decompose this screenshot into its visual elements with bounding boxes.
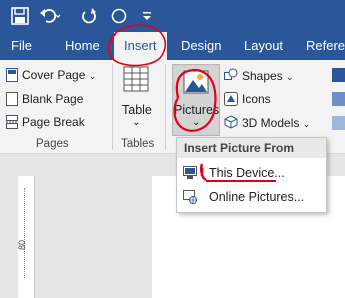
icons-button[interactable]: Icons	[242, 92, 271, 106]
blank-page-icon	[6, 92, 18, 111]
pages-group-label: Pages	[36, 138, 69, 150]
cover-page-label: Cover Page	[22, 68, 86, 82]
customize-qat-icon[interactable]	[138, 4, 156, 28]
table-icon	[123, 66, 149, 97]
this-device-label: This Device...	[209, 166, 285, 180]
pictures-icon	[183, 70, 209, 99]
pictures-label: Pictures	[174, 103, 220, 117]
tab-layout[interactable]: Layout	[244, 32, 283, 60]
chevron-down-icon: ⌄	[286, 72, 294, 82]
shapes-button[interactable]: Shapes ⌄	[242, 69, 294, 83]
online-pictures-item[interactable]: Online Pictures...	[177, 185, 325, 209]
vertical-ruler: 80	[17, 176, 35, 298]
ribbon-tabs	[0, 32, 345, 60]
3d-models-label: 3D Models	[242, 116, 300, 130]
shapes-label: Shapes	[242, 69, 283, 83]
this-device-item[interactable]: This Device...	[177, 161, 325, 185]
online-pictures-label: Online Pictures...	[209, 190, 305, 204]
chart-icon[interactable]	[332, 92, 345, 106]
group-divider	[165, 64, 166, 150]
tables-group-label: Tables	[121, 138, 155, 150]
page-break-button[interactable]: Page Break	[22, 115, 85, 129]
device-icon	[183, 166, 205, 180]
3d-models-icon	[224, 115, 238, 134]
chevron-down-icon: ⌄	[302, 119, 311, 129]
redo-icon[interactable]	[78, 4, 100, 28]
tab-design[interactable]: Design	[181, 32, 221, 60]
online-pictures-icon	[183, 190, 205, 204]
dropdown-header: Insert Picture From	[177, 138, 326, 158]
cover-page-icon	[6, 68, 18, 87]
ruler-ticks	[24, 188, 28, 278]
table-button[interactable]: Table	[122, 103, 152, 117]
cover-page-button[interactable]: Cover Page ⌄	[22, 68, 96, 82]
3d-models-button[interactable]: 3D Models ⌄	[242, 116, 310, 130]
page-break-icon	[6, 115, 18, 134]
smartart-icon[interactable]	[332, 68, 345, 82]
group-divider	[112, 64, 113, 150]
tab-home[interactable]: Home	[65, 32, 100, 60]
tab-insert[interactable]: Insert	[114, 32, 167, 60]
circle-icon[interactable]	[108, 4, 130, 28]
chevron-down-icon: ⌄	[88, 71, 97, 81]
save-icon[interactable]	[8, 4, 32, 28]
screenshot-icon[interactable]	[332, 116, 345, 130]
tab-file[interactable]: File	[11, 32, 32, 60]
tab-references[interactable]: Referen	[306, 32, 345, 60]
blank-page-button[interactable]: Blank Page	[22, 92, 83, 106]
undo-icon[interactable]	[37, 4, 63, 28]
shapes-icon	[224, 68, 238, 87]
ruler-number: 80	[17, 239, 28, 251]
chevron-down-icon: ⌄	[192, 117, 201, 128]
chevron-down-icon: ⌄	[132, 117, 141, 128]
icons-icon	[224, 92, 238, 111]
